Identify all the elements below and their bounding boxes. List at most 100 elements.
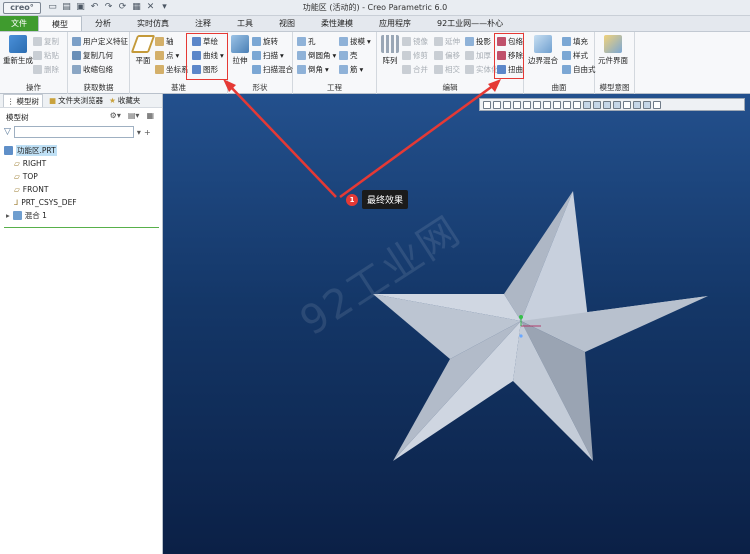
- tab-model-tree[interactable]: ⋮ 模型树: [3, 94, 43, 107]
- regenerate-icon[interactable]: ⟳: [117, 2, 128, 13]
- blend-feature-icon: [12, 211, 22, 220]
- copy-geometry-button[interactable]: 复制几何: [72, 50, 113, 61]
- tab-favorites[interactable]: ★ 收藏夹: [109, 95, 140, 106]
- expand-icon[interactable]: ▸: [6, 211, 10, 220]
- rib-button[interactable]: 筋 ▾: [339, 64, 363, 75]
- pattern-button[interactable]: 阵列: [381, 35, 399, 66]
- tab-model[interactable]: 模型: [38, 16, 82, 31]
- shrinkwrap-button[interactable]: 收缩包络: [72, 64, 113, 75]
- tree-node-top[interactable]: ▱ TOP: [0, 170, 162, 183]
- open-file-icon[interactable]: ▤: [61, 2, 72, 13]
- hole-button[interactable]: 孔: [297, 36, 316, 47]
- graphics-viewport[interactable]: 92工业网 1 最终效果: [163, 94, 750, 554]
- boundary-blend-button[interactable]: 边界混合: [528, 35, 558, 66]
- tree-node-front[interactable]: ▱ FRONT: [0, 183, 162, 196]
- tab-tools[interactable]: 工具: [224, 16, 266, 31]
- windows-icon[interactable]: ▦: [131, 2, 142, 13]
- datum-plane-icon: ▱: [14, 185, 20, 194]
- extend-label: 延伸: [445, 37, 460, 46]
- plane-button[interactable]: 平面: [130, 35, 156, 66]
- group-label-surfaces[interactable]: 曲面: [524, 82, 594, 93]
- group-label-engineering[interactable]: 工程: [293, 82, 376, 93]
- paste-button[interactable]: 粘贴: [33, 50, 59, 61]
- tab-folder-browser[interactable]: ■ 文件夹浏览器: [49, 95, 103, 106]
- intersect-button[interactable]: 相交: [434, 64, 460, 75]
- tree-node-right[interactable]: ▱ RIGHT: [0, 157, 162, 170]
- close-window-icon[interactable]: ✕: [145, 2, 156, 13]
- search-input[interactable]: [13, 126, 134, 138]
- fill-button[interactable]: 填充: [562, 36, 588, 47]
- tree-node-root[interactable]: 功能区.PRT: [0, 144, 162, 157]
- revolve-button[interactable]: 旋转: [252, 36, 278, 47]
- shell-button[interactable]: 壳: [339, 50, 358, 61]
- fill-label: 填充: [573, 37, 588, 46]
- tree-node-blend[interactable]: ▸ 混合 1: [0, 209, 162, 222]
- folder-icon: ■: [49, 96, 57, 105]
- merge-button[interactable]: 合并: [402, 64, 428, 75]
- star-model[interactable]: [163, 94, 750, 554]
- point-button[interactable]: 点 ▾: [155, 50, 179, 61]
- tab-analysis[interactable]: 分析: [82, 16, 124, 31]
- draft-dropdown-icon[interactable]: ▾: [367, 37, 371, 46]
- group-label-editing[interactable]: 编辑: [377, 82, 523, 93]
- save-icon[interactable]: ▣: [75, 2, 86, 13]
- columns-icon[interactable]: ▦: [146, 111, 154, 120]
- trim-icon: [402, 51, 411, 60]
- csys-button[interactable]: 坐标系: [155, 64, 189, 75]
- sweep-button[interactable]: 扫描 ▾: [252, 50, 284, 61]
- offset-button[interactable]: 偏移: [434, 50, 460, 61]
- undo-icon[interactable]: ↶: [89, 2, 100, 13]
- mirror-button[interactable]: 镜像: [402, 36, 428, 47]
- tab-file[interactable]: 文件: [0, 16, 38, 31]
- extend-button[interactable]: 延伸: [434, 36, 460, 47]
- draft-button[interactable]: 拔模 ▾: [339, 36, 371, 47]
- redo-icon[interactable]: ↷: [103, 2, 114, 13]
- style-button[interactable]: 样式: [562, 50, 588, 61]
- sweep-dropdown-icon[interactable]: ▾: [280, 51, 284, 60]
- regenerate-icon: [9, 35, 27, 53]
- group-label-get-data[interactable]: 获取数据: [68, 82, 129, 93]
- new-file-icon[interactable]: ▭: [47, 2, 58, 13]
- filter-icon[interactable]: ▽: [4, 127, 11, 137]
- point-dropdown-icon[interactable]: ▾: [176, 51, 180, 60]
- tab-custom[interactable]: 92工业网——朴心: [424, 16, 516, 31]
- tab-flexible-modeling[interactable]: 柔性建模: [308, 16, 366, 31]
- group-label-operations[interactable]: 操作: [0, 82, 67, 93]
- customize-icon[interactable]: ▾: [159, 2, 170, 13]
- add-filter-icon[interactable]: +: [144, 128, 151, 137]
- highlight-box-datum: [186, 33, 228, 80]
- rib-dropdown-icon[interactable]: ▾: [360, 65, 364, 74]
- tree-filter: ▽ ▾ +: [4, 126, 151, 138]
- freestyle-button[interactable]: 自由式: [562, 64, 596, 75]
- extend-icon: [434, 37, 443, 46]
- tab-live-simulation[interactable]: 实时仿真: [124, 16, 182, 31]
- regenerate-button[interactable]: 重新生成: [3, 35, 33, 66]
- tab-applications[interactable]: 应用程序: [366, 16, 424, 31]
- group-label-datum[interactable]: 基准: [130, 82, 227, 93]
- swept-blend-button[interactable]: 扫描混合: [252, 64, 293, 75]
- component-interface-button[interactable]: 元件界面: [598, 35, 628, 66]
- project-button[interactable]: 投影: [465, 36, 491, 47]
- extrude-label: 拉伸: [232, 56, 248, 65]
- axis-button[interactable]: 轴: [155, 36, 174, 47]
- tab-annotate[interactable]: 注释: [182, 16, 224, 31]
- group-label-shapes[interactable]: 形状: [228, 82, 292, 93]
- udf-button[interactable]: 用户定义特征: [72, 36, 128, 47]
- round-dropdown-icon[interactable]: ▾: [333, 51, 337, 60]
- show-icon[interactable]: ▤▾: [128, 111, 140, 120]
- tree-settings-icon[interactable]: ⚙▾: [110, 111, 121, 120]
- extrude-button[interactable]: 拉伸: [231, 35, 249, 66]
- tab-view[interactable]: 视图: [266, 16, 308, 31]
- trim-button[interactable]: 修剪: [402, 50, 428, 61]
- copy-button[interactable]: 复制: [33, 36, 59, 47]
- chamfer-button[interactable]: 倒角 ▾: [297, 64, 329, 75]
- insert-here-indicator: [4, 227, 159, 228]
- thicken-button[interactable]: 加厚: [465, 50, 491, 61]
- group-label-model-intent[interactable]: 模型意图: [595, 82, 634, 93]
- rib-label: 筋: [350, 65, 358, 74]
- search-dropdown-icon[interactable]: ▾: [137, 128, 141, 137]
- round-button[interactable]: 倒圆角 ▾: [297, 50, 336, 61]
- delete-button[interactable]: 删除: [33, 64, 59, 75]
- tree-node-csys[interactable]: ⅃ PRT_CSYS_DEF: [0, 196, 162, 209]
- chamfer-dropdown-icon[interactable]: ▾: [325, 65, 329, 74]
